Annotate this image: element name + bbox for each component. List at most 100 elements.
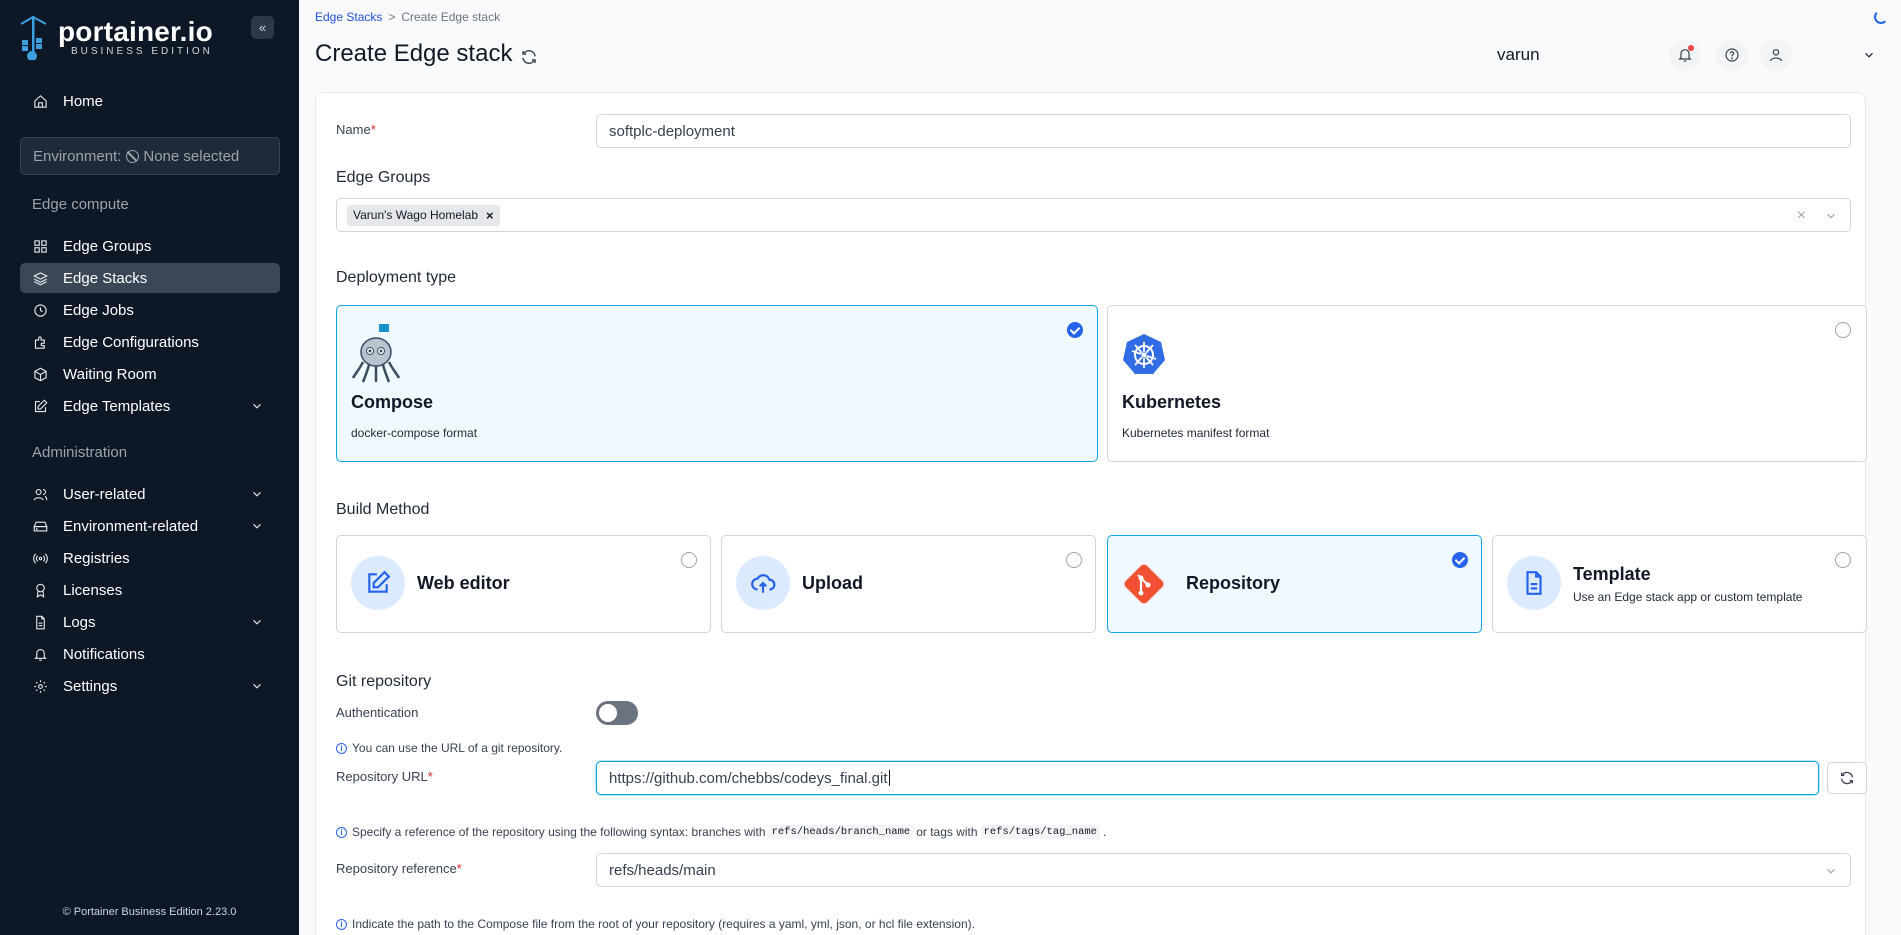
deployment-option-kubernetes[interactable]: Kubernetes Kubernetes manifest format — [1107, 305, 1867, 462]
loading-spinner — [1874, 10, 1888, 24]
file-text-icon — [1507, 556, 1561, 610]
repo-reference-info: i Specify a reference of the repository … — [336, 825, 1106, 839]
edge-group-tag: Varun's Wago Homelab × — [347, 204, 500, 226]
refresh-repo-button[interactable] — [1827, 762, 1867, 794]
template-radio[interactable] — [1835, 552, 1851, 568]
refresh-icon — [1841, 771, 1853, 785]
repository-url-label: Repository URL* — [336, 769, 433, 784]
clear-icon[interactable]: × — [1797, 207, 1806, 225]
breadcrumb-edge-stacks-link[interactable]: Edge Stacks — [315, 10, 382, 24]
sidebar-item-label: User-related — [63, 485, 146, 503]
layers-icon — [32, 270, 48, 286]
docker-compose-octopus-icon — [351, 322, 401, 384]
deployment-type-title: Deployment type — [336, 269, 457, 286]
upload-title: Upload — [802, 573, 863, 593]
name-input[interactable]: softplc-deployment — [596, 114, 1851, 148]
user-avatar[interactable] — [1760, 39, 1792, 71]
repository-radio[interactable] — [1452, 552, 1468, 568]
edge-groups-select[interactable]: Varun's Wago Homelab × × — [336, 198, 1851, 232]
authentication-label: Authentication — [336, 705, 419, 720]
sidebar-item-label: Edge Groups — [63, 237, 152, 255]
chevron-down-icon — [1824, 864, 1838, 878]
remove-tag-icon[interactable]: × — [486, 208, 494, 223]
users-icon — [32, 486, 48, 502]
web-editor-radio[interactable] — [681, 552, 697, 568]
environment-selector[interactable]: Environment: None selected — [20, 137, 280, 175]
chevron-down-icon — [250, 615, 264, 629]
sidebar-item-edge-templates[interactable]: Edge Templates — [20, 391, 280, 421]
sidebar-item-edge-configurations[interactable]: Edge Configurations — [20, 327, 280, 357]
sidebar-item-label: Edge Jobs — [63, 301, 134, 319]
help-button[interactable] — [1716, 39, 1748, 71]
collapse-sidebar-button[interactable]: « — [251, 16, 274, 39]
build-option-web-editor[interactable]: Web editor — [336, 535, 711, 633]
kubernetes-radio[interactable] — [1835, 322, 1851, 338]
version-footer: © Portainer Business Edition 2.23.0 — [62, 906, 237, 918]
repository-reference-select[interactable]: refs/heads/main — [596, 853, 1851, 887]
edge-groups-title: Edge Groups — [336, 169, 431, 186]
box-icon — [32, 366, 48, 382]
sidebar-item-environment-related[interactable]: Environment-related — [20, 511, 280, 541]
build-option-repository[interactable]: Repository — [1107, 535, 1482, 633]
chevron-down-icon[interactable] — [1862, 48, 1876, 62]
template-desc: Use an Edge stack app or custom template — [1573, 590, 1803, 604]
portainer-logo[interactable]: portainer.io BUSINESS EDITION — [18, 14, 213, 61]
award-icon — [32, 582, 48, 598]
git-icon — [1122, 562, 1166, 606]
breadcrumb-current: Create Edge stack — [401, 10, 501, 24]
compose-title: Compose — [351, 392, 434, 412]
authentication-toggle[interactable] — [596, 701, 638, 725]
sidebar-item-label: Registries — [63, 549, 130, 567]
sidebar-item-settings[interactable]: Settings — [20, 671, 280, 701]
upload-radio[interactable] — [1066, 552, 1082, 568]
puzzle-icon — [32, 334, 48, 350]
sidebar-item-notifications[interactable]: Notifications — [20, 639, 280, 669]
grid-icon — [32, 238, 48, 254]
bell-icon — [32, 646, 48, 662]
sidebar-item-label: Edge Stacks — [63, 269, 148, 287]
refresh-icon[interactable] — [520, 45, 538, 65]
sidebar-item-label: Edge Templates — [63, 397, 171, 415]
sidebar-item-edge-jobs[interactable]: Edge Jobs — [20, 295, 280, 325]
environment-label: Environment: — [33, 147, 122, 165]
ban-icon — [126, 149, 140, 163]
edit-icon — [351, 556, 405, 610]
page-title-text: Create Edge stack — [315, 40, 513, 67]
compose-desc: docker-compose format — [351, 426, 478, 440]
build-option-template[interactable]: Template Use an Edge stack app or custom… — [1492, 535, 1867, 633]
repository-reference-label: Repository reference* — [336, 861, 462, 876]
sidebar-item-waiting-room[interactable]: Waiting Room — [20, 359, 280, 389]
portainer-crane-icon — [18, 14, 50, 61]
deployment-option-compose[interactable]: Compose docker-compose format — [336, 305, 1098, 462]
name-label: Name* — [336, 122, 376, 137]
file-text-icon — [32, 614, 48, 630]
sidebar-item-registries[interactable]: Registries — [20, 543, 280, 573]
compose-path-info: i Indicate the path to the Compose file f… — [336, 917, 975, 931]
sidebar-item-edge-stacks[interactable]: Edge Stacks — [20, 263, 280, 293]
sidebar-item-logs[interactable]: Logs — [20, 607, 280, 637]
user-name[interactable]: varun — [1497, 45, 1540, 65]
build-option-upload[interactable]: Upload — [721, 535, 1096, 633]
compose-radio[interactable] — [1067, 322, 1083, 338]
edit-icon — [32, 398, 48, 414]
section-administration: Administration — [32, 444, 128, 461]
info-icon: i — [336, 742, 347, 754]
chevron-down-icon — [250, 487, 264, 501]
template-title: Template — [1573, 564, 1651, 584]
sidebar-item-licenses[interactable]: Licenses — [20, 575, 280, 605]
git-repository-title: Git repository — [336, 673, 432, 690]
kubernetes-desc: Kubernetes manifest format — [1122, 426, 1270, 440]
upload-cloud-icon — [736, 556, 790, 610]
kubernetes-icon — [1122, 332, 1166, 376]
chevron-down-icon[interactable] — [1824, 209, 1838, 223]
sidebar-item-home[interactable]: Home — [20, 86, 280, 116]
environment-value: None selected — [143, 147, 240, 165]
build-method-title: Build Method — [336, 501, 430, 518]
sidebar-item-user-related[interactable]: User-related — [20, 479, 280, 509]
sidebar: portainer.io BUSINESS EDITION « Home Env… — [0, 0, 299, 935]
notifications-button[interactable] — [1669, 39, 1701, 71]
user-icon — [1770, 49, 1782, 62]
repository-url-input[interactable]: https://github.com/chebbs/codeys_final.g… — [596, 761, 1819, 795]
sidebar-item-label: Environment-related — [63, 517, 199, 535]
sidebar-item-edge-groups[interactable]: Edge Groups — [20, 231, 280, 261]
